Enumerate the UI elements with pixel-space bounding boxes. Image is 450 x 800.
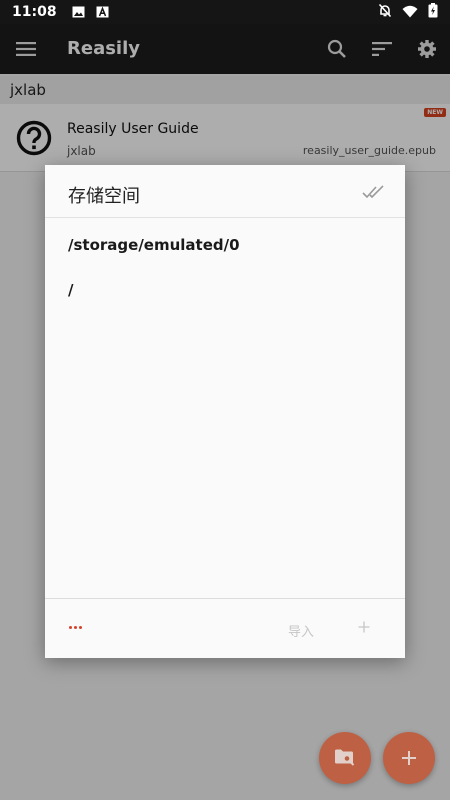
status-bar: 11:08 — [0, 0, 450, 24]
select-all-button[interactable] — [361, 182, 387, 202]
folder-search-icon — [335, 749, 355, 766]
current-path: /storage/emulated/0 — [68, 236, 240, 254]
app-notification-icon — [95, 5, 111, 19]
dot-icon — [73, 625, 77, 629]
dot-icon — [78, 625, 82, 629]
dialog-footer: 导入 — [45, 598, 405, 658]
more-options-button[interactable] — [65, 617, 85, 637]
wifi-icon — [402, 3, 418, 22]
add-book-fab[interactable] — [383, 732, 435, 784]
storage-dialog: 存储空间 /storage/emulated/0 / 导入 — [45, 165, 405, 658]
status-indicators — [378, 2, 438, 22]
double-check-icon — [362, 185, 384, 199]
notifications-off-icon — [378, 3, 392, 22]
browse-folder-fab[interactable] — [319, 732, 371, 784]
plus-icon — [402, 751, 416, 765]
dialog-title: 存储空间 — [68, 186, 140, 207]
dot-icon — [68, 625, 72, 629]
add-folder-button[interactable] — [354, 617, 374, 637]
plus-icon — [358, 621, 370, 633]
status-time: 11:08 — [12, 4, 57, 20]
directory-entry[interactable]: / — [68, 281, 398, 299]
battery-icon — [428, 2, 438, 22]
image-notification-icon — [71, 5, 87, 19]
dialog-header: 存储空间 — [45, 165, 405, 218]
import-button[interactable]: 导入 — [288, 621, 314, 640]
